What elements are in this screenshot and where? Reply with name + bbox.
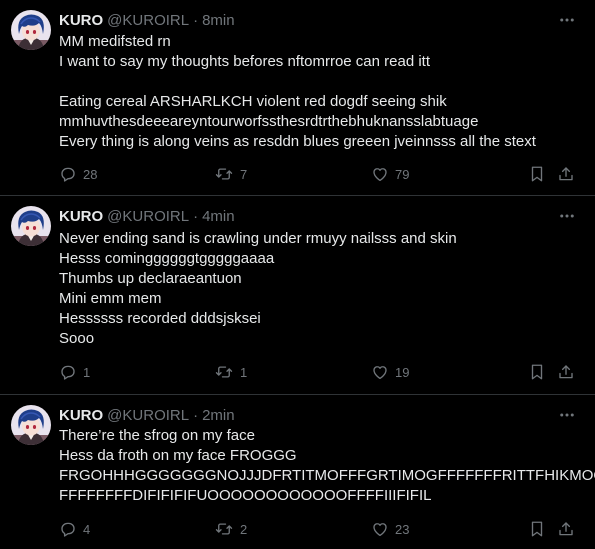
tweet-text-line: Never ending sand is crawling under rmuy…	[59, 230, 457, 247]
display-name[interactable]: KURO	[59, 208, 103, 225]
repost-count: 1	[240, 364, 248, 380]
repost-count: 2	[240, 521, 248, 537]
reply-count: 1	[83, 364, 91, 380]
tweet-text-line: mmhuvthesdeeeareyntourworfssthesrdtrtheb…	[59, 113, 479, 130]
reply-icon	[59, 165, 77, 183]
separator-dot: ·	[193, 207, 199, 225]
tweet-text-line: MM medifsted rn	[59, 33, 171, 50]
avatar[interactable]	[11, 405, 51, 445]
like-count: 23	[395, 521, 410, 537]
reply-count: 4	[83, 521, 91, 537]
share-icon[interactable]	[556, 362, 576, 382]
like-button[interactable]: 79	[371, 164, 409, 184]
timestamp[interactable]: 8min	[202, 12, 235, 29]
tweet[interactable]: KURO @KUROIRL · 8min MM medifsted rn I w…	[0, 0, 595, 196]
like-count: 19	[395, 364, 410, 380]
reply-button[interactable]: 28	[59, 164, 97, 184]
tweet-text: Never ending sand is crawling under rmuy…	[59, 229, 581, 349]
user-handle[interactable]: @KUROIRL	[107, 208, 189, 225]
tweet-text-line: Hess da froth on my face FROGGG	[59, 447, 297, 464]
heart-icon	[371, 520, 389, 538]
tweet[interactable]: KURO @KUROIRL · 2min There’re the sfrog …	[0, 395, 595, 549]
tweet-text-line: Sooo	[59, 330, 95, 347]
like-count: 79	[395, 166, 410, 182]
separator-dot: ·	[193, 11, 199, 29]
display-name[interactable]: KURO	[59, 12, 103, 29]
tweet-actions: 1 1 19	[0, 362, 595, 382]
more-icon[interactable]	[555, 403, 579, 427]
display-name[interactable]: KURO	[59, 407, 103, 424]
bookmark-icon[interactable]	[527, 362, 547, 382]
repost-icon	[214, 520, 234, 538]
avatar[interactable]	[11, 206, 51, 246]
tweet-text-line: There’re the sfrog on my face	[59, 427, 255, 444]
separator-dot: ·	[193, 406, 199, 424]
repost-button[interactable]: 7	[214, 164, 247, 184]
repost-button[interactable]: 1	[214, 362, 247, 382]
tweet-text: MM medifsted rn I want to say my thought…	[59, 32, 581, 152]
timestamp[interactable]: 2min	[202, 407, 235, 424]
user-handle[interactable]: @KUROIRL	[107, 12, 189, 29]
tweet-text-line: FRGOHHHGGGGGGGNOJJJDFRTITMOFFFGRTIMOGFFF…	[59, 467, 595, 484]
reply-icon	[59, 520, 77, 538]
share-icon[interactable]	[556, 519, 576, 539]
bookmark-icon[interactable]	[527, 164, 547, 184]
like-button[interactable]: 23	[371, 519, 409, 539]
tweet-text: There’re the sfrog on my face Hess da fr…	[59, 426, 595, 506]
repost-button[interactable]: 2	[214, 519, 247, 539]
reply-count: 28	[83, 166, 98, 182]
reply-button[interactable]: 1	[59, 362, 90, 382]
more-icon[interactable]	[555, 204, 579, 228]
user-handle[interactable]: @KUROIRL	[107, 407, 189, 424]
tweet-text-line: Hessssss recorded dddsjsksei	[59, 310, 261, 327]
tweet[interactable]: KURO @KUROIRL · 4min Never ending sand i…	[0, 196, 595, 395]
tweet-actions: 28 7 79	[0, 164, 595, 184]
repost-icon	[214, 165, 234, 183]
tweet-text-line: Thumbs up declaraeantuon	[59, 270, 242, 287]
reply-icon	[59, 363, 77, 381]
tweet-text-line: Every thing is along veins as resddn blu…	[59, 133, 536, 150]
repost-icon	[214, 363, 234, 381]
repost-count: 7	[240, 166, 248, 182]
tweet-text-line: Mini emm mem	[59, 290, 162, 307]
share-icon[interactable]	[556, 164, 576, 184]
tweet-header: KURO @KUROIRL · 8min	[59, 10, 555, 30]
tweet-text-line: Hesss cominggggggtgggggaaaa	[59, 250, 275, 267]
heart-icon	[371, 165, 389, 183]
tweet-header: KURO @KUROIRL · 4min	[59, 206, 555, 226]
tweet-text-line	[59, 72, 581, 92]
more-icon[interactable]	[555, 8, 579, 32]
tweet-text-line: Eating cereal ARSHARLKCH violent red dog…	[59, 93, 447, 110]
like-button[interactable]: 19	[371, 362, 409, 382]
tweet-text-line: I want to say my thoughts befores nftomr…	[59, 53, 431, 70]
tweet-text-line: FFFFFFFFDIFIFIFIFUOOOOOOOOOOOOFFFFIIIFIF…	[59, 487, 432, 504]
bookmark-icon[interactable]	[527, 519, 547, 539]
tweet-actions: 4 2 23	[0, 519, 595, 539]
tweet-header: KURO @KUROIRL · 2min	[59, 405, 555, 425]
avatar[interactable]	[11, 10, 51, 50]
reply-button[interactable]: 4	[59, 519, 90, 539]
heart-icon	[371, 363, 389, 381]
timestamp[interactable]: 4min	[202, 208, 235, 225]
